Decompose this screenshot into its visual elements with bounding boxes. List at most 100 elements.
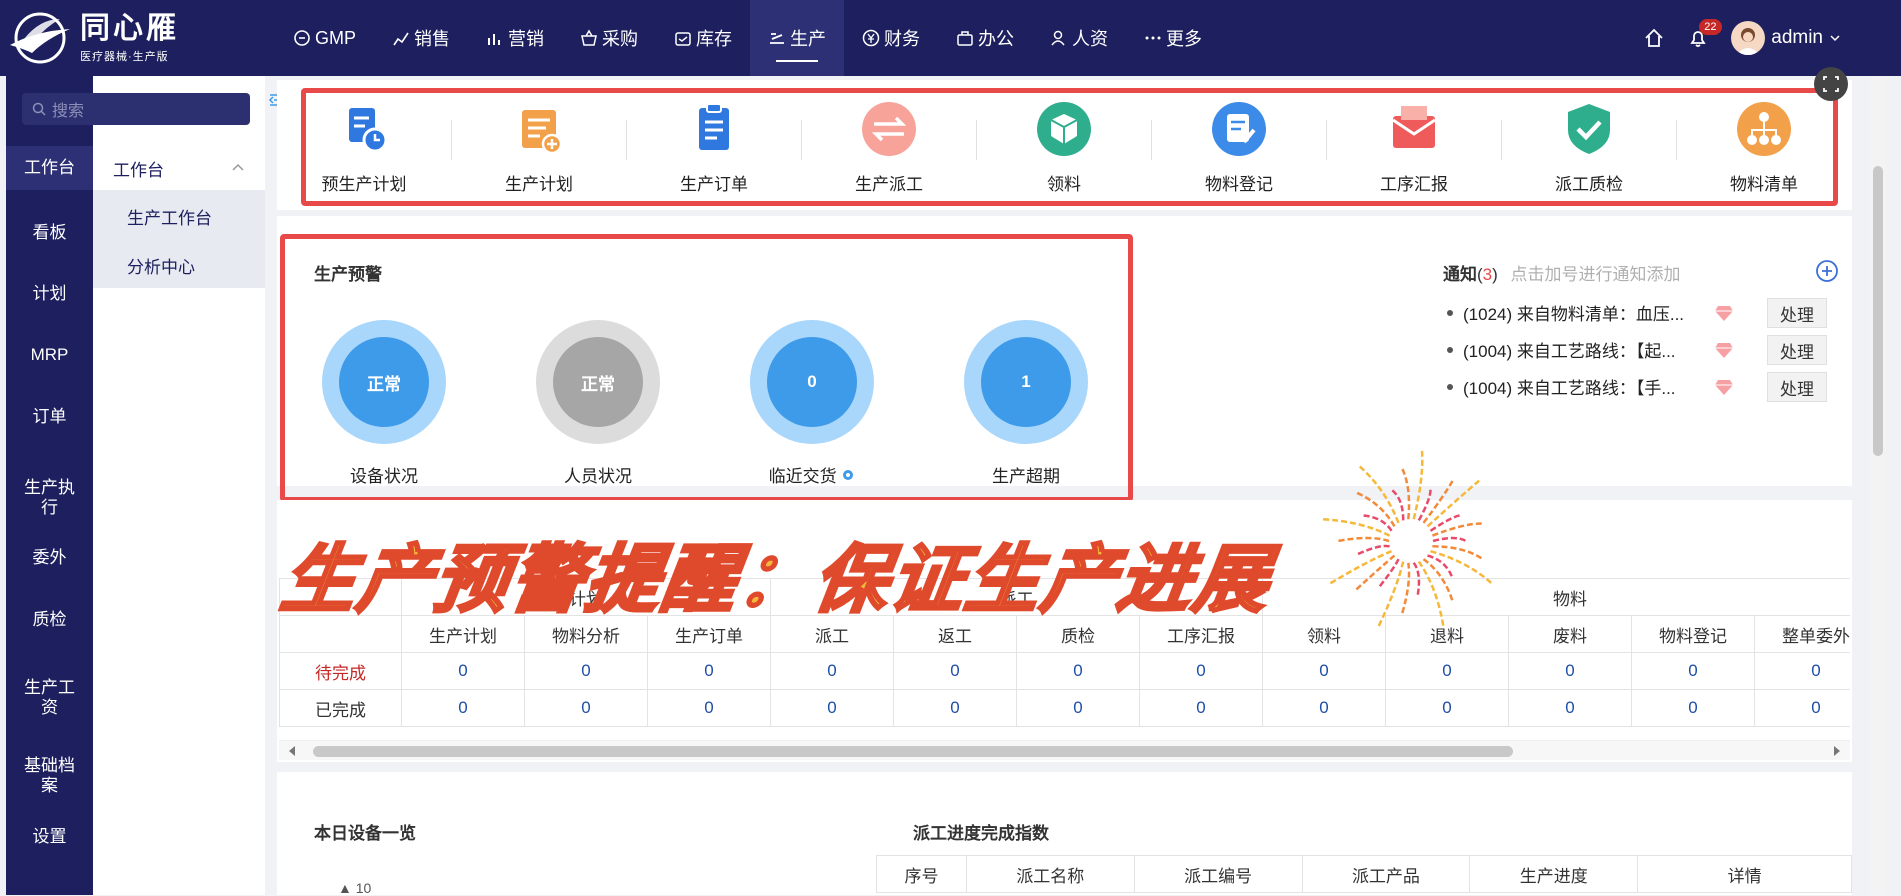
table-cell[interactable]: 0 <box>1385 652 1510 690</box>
table-cell[interactable]: 0 <box>1139 689 1264 727</box>
table-cell[interactable]: 0 <box>646 652 772 690</box>
sidebar-item-3[interactable]: MRP <box>6 345 93 365</box>
dispatch-table: 序号 派工名称 派工编号 派工产品 生产进度 详情 <box>876 855 1852 893</box>
notice-item[interactable]: (1004) 来自工艺路线：【手... <box>1447 374 1676 399</box>
column-header: 整单委外 <box>1754 615 1850 653</box>
submenu-header[interactable]: 工作台 <box>93 146 265 190</box>
search-input[interactable]: 搜索 <box>22 93 250 125</box>
table-cell[interactable]: 0 <box>770 652 895 690</box>
table-cell[interactable]: 0 <box>1508 652 1633 690</box>
notice-item[interactable]: (1024) 来自物料清单：血压... <box>1447 300 1684 325</box>
process-button[interactable]: 处理 <box>1767 372 1827 402</box>
yen-icon <box>862 29 880 47</box>
table-cell[interactable]: 0 <box>893 652 1018 690</box>
table-cell[interactable]: 0 <box>893 689 1018 727</box>
table-cell[interactable]: 0 <box>1754 652 1850 690</box>
brand-subtitle: 医疗器械·生产版 <box>80 51 169 63</box>
sidebar-item-2[interactable]: 计划 <box>6 284 93 304</box>
sidebar-item-6[interactable]: 委外 <box>6 548 93 568</box>
table-cell[interactable]: 0 <box>1016 689 1141 727</box>
diamond-icon <box>1714 304 1734 327</box>
table-cell[interactable]: 0 <box>770 689 895 727</box>
table-cell[interactable]: 0 <box>524 652 648 690</box>
diamond-icon <box>1714 378 1734 401</box>
device-axis-label: ▲ 10 <box>338 880 372 896</box>
user-menu[interactable]: admin <box>1731 21 1841 55</box>
nav-item-1[interactable]: 销售 <box>374 0 468 76</box>
submenu-item-production-workbench[interactable]: 生产工作台 <box>127 204 212 229</box>
add-notice-icon[interactable] <box>1815 259 1839 283</box>
table-cell[interactable]: 0 <box>1754 689 1850 727</box>
chevron-up-icon <box>232 163 244 171</box>
avatar <box>1731 21 1766 55</box>
scrollbar-thumb[interactable] <box>313 746 1513 757</box>
table-cell[interactable]: 0 <box>1385 689 1510 727</box>
nav-item-label: 办公 <box>978 29 1015 49</box>
nav-item-label: 生产 <box>790 29 827 49</box>
notice-header: 通知(3) 点击加号进行通知添加 <box>1443 265 1681 284</box>
table-cell[interactable]: 0 <box>1262 689 1387 727</box>
process-button[interactable]: 处理 <box>1767 335 1827 365</box>
notice-item[interactable]: (1004) 来自工艺路线：【起... <box>1447 337 1676 362</box>
nav-item-2[interactable]: 营销 <box>468 0 562 76</box>
scroll-right-icon[interactable] <box>1832 745 1842 757</box>
nav-item-label: 库存 <box>696 29 733 49</box>
process-button[interactable]: 处理 <box>1767 298 1827 328</box>
nav-item-6[interactable]: 财务 <box>844 0 938 76</box>
more-icon <box>1145 36 1161 40</box>
nav-item-9[interactable]: 更多 <box>1126 0 1220 76</box>
horizontal-scrollbar[interactable] <box>279 740 1850 760</box>
vertical-scrollbar[interactable] <box>1870 76 1886 895</box>
notification-bell[interactable]: 22 <box>1687 19 1722 49</box>
search-placeholder: 搜索 <box>52 103 85 120</box>
bullet <box>1447 309 1453 316</box>
table-cell[interactable]: 0 <box>1016 652 1141 690</box>
nav-item-3[interactable]: 采购 <box>562 0 656 76</box>
nav-item-label: 营销 <box>508 29 545 49</box>
vertical-scrollbar-thumb[interactable] <box>1873 166 1883 456</box>
logo[interactable]: 同心雁 医疗器械·生产版 <box>6 6 206 70</box>
sidebar-item-9[interactable]: 基础档案 <box>6 756 93 796</box>
row-label: 待完成 <box>279 652 402 690</box>
nav-item-5[interactable]: 生产 <box>750 0 845 76</box>
dispatch-column-header: 生产进度 <box>1469 855 1639 893</box>
table-row: 待完成 0 0 0 0 0 0 0 0 0 0 0 0 <box>279 652 1850 690</box>
sidebar-item-8[interactable]: 生产工资 <box>6 678 93 718</box>
scroll-left-icon[interactable] <box>287 745 297 757</box>
sidebar-item-4[interactable]: 订单 <box>6 407 93 427</box>
table-row: 已完成 0 0 0 0 0 0 0 0 0 0 0 0 <box>279 689 1850 727</box>
nav-item-0[interactable]: GMP <box>275 0 374 76</box>
sidebar-item-7[interactable]: 质检 <box>6 610 93 630</box>
table-cell[interactable]: 0 <box>1139 652 1264 690</box>
sales-chart-icon <box>393 32 409 46</box>
table-cell[interactable]: 0 <box>524 689 648 727</box>
sidebar-item-1[interactable]: 看板 <box>6 223 93 243</box>
gmp-icon <box>294 30 310 46</box>
nav-item-label: 更多 <box>1166 29 1203 49</box>
basket-icon <box>581 29 597 46</box>
nav-item-label: 采购 <box>602 29 639 49</box>
table-cell[interactable]: 0 <box>1631 689 1756 727</box>
submenu-item-analysis-center[interactable]: 分析中心 <box>127 253 195 278</box>
nav-item-8[interactable]: 人资 <box>1032 0 1126 76</box>
bar-chart-icon <box>488 34 501 45</box>
table-cell[interactable]: 0 <box>401 689 525 727</box>
table-cell[interactable]: 0 <box>646 689 772 727</box>
notice-text: (1004) 来自工艺路线：【手... <box>1463 379 1676 398</box>
sidebar-item-10[interactable]: 设置 <box>6 827 93 847</box>
nav-item-4[interactable]: 库存 <box>656 0 750 76</box>
sidebar-item-0[interactable]: 工作台 <box>6 146 93 190</box>
wild-goose-logo-icon <box>10 12 70 64</box>
nav-item-7[interactable]: 办公 <box>938 0 1032 76</box>
notification-badge: 22 <box>1699 19 1722 35</box>
table-cell[interactable]: 0 <box>1262 652 1387 690</box>
highlight-box-quick-actions <box>301 88 1838 206</box>
table-cell[interactable]: 0 <box>401 652 525 690</box>
table-cell[interactable]: 0 <box>1508 689 1633 727</box>
home-icon[interactable] <box>1643 27 1665 49</box>
fullscreen-icon[interactable] <box>1813 66 1849 102</box>
person-icon <box>1051 30 1065 46</box>
dispatch-column-header: 派工产品 <box>1301 855 1471 893</box>
table-cell[interactable]: 0 <box>1631 652 1756 690</box>
sidebar-item-5[interactable]: 生产执行 <box>6 478 93 518</box>
